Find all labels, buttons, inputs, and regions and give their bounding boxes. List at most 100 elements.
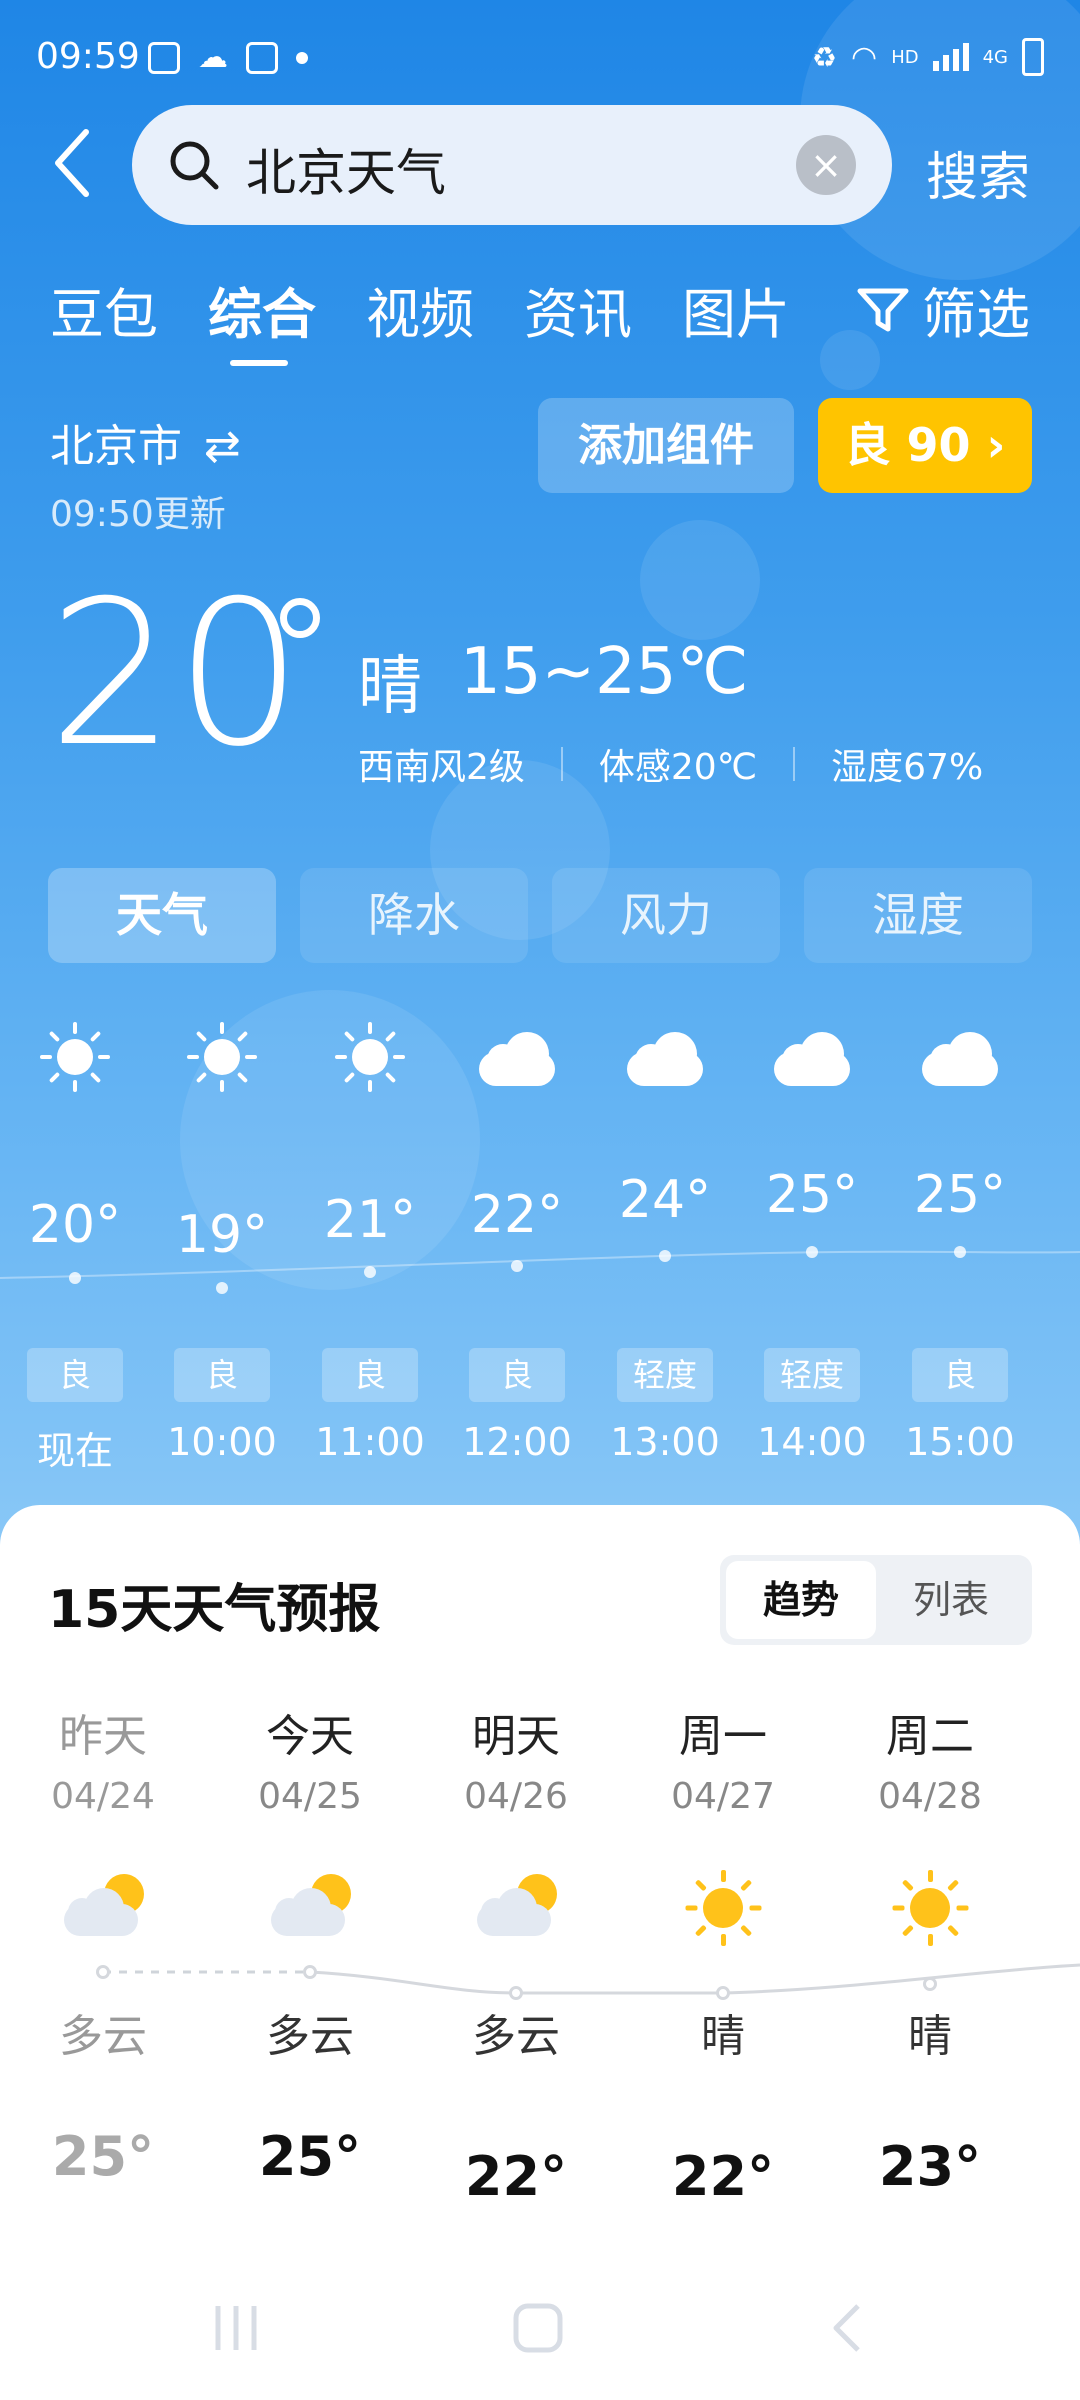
active-tab-underline xyxy=(230,360,288,366)
day-name: 昨天 xyxy=(59,1711,147,1762)
day-date: 04/24 xyxy=(51,1776,155,1817)
hourly-trend-dot xyxy=(806,1246,818,1258)
hourly-time: 现在 xyxy=(36,1429,113,1473)
search-box[interactable]: 北京天气 × xyxy=(132,105,892,225)
sun-icon xyxy=(633,1870,813,1946)
daily-trend-dot xyxy=(923,1977,937,1991)
back-nav-icon[interactable] xyxy=(820,2300,876,2356)
add-widget-button[interactable]: 添加组件 xyxy=(538,398,794,493)
clear-search-button[interactable]: × xyxy=(796,135,856,195)
sun-icon xyxy=(15,1022,135,1092)
trend-view-button[interactable]: 趋势 xyxy=(726,1561,876,1639)
hd-label: HD xyxy=(891,46,919,68)
search-query[interactable]: 北京天气 xyxy=(246,133,446,205)
day-column-header[interactable]: 周二 04/28 xyxy=(840,1700,1020,1817)
filter-icon xyxy=(857,288,909,331)
tab-label: 图片 xyxy=(682,283,790,346)
daily-trend-dot xyxy=(716,1986,730,2000)
day-column-header[interactable]: 昨天 04/24 xyxy=(13,1700,193,1817)
tab-images[interactable]: 图片 xyxy=(682,270,790,349)
more-notifications-dot xyxy=(296,51,308,64)
day-date: 04/25 xyxy=(258,1776,362,1817)
current-details: 西南风2级 体感20℃ 湿度67% xyxy=(358,738,983,790)
segment-weather[interactable]: 天气 xyxy=(48,868,276,963)
home-icon[interactable] xyxy=(510,2300,566,2356)
hourly-temperature: 25° xyxy=(913,1165,1007,1225)
day-date: 04/27 xyxy=(671,1776,775,1817)
search-submit-button[interactable]: 搜索 xyxy=(926,135,1030,210)
forecast-title: 15天天气预报 xyxy=(48,1580,381,1640)
forecast-card: 15天天气预报 趋势 列表 昨天 04/24 多云 25° 今天 04/25 多云 25° 明天… xyxy=(0,1505,1080,2400)
cloud-icon xyxy=(605,1028,725,1088)
hourly-time: 11:00 xyxy=(315,1420,425,1464)
tab-news[interactable]: 资讯 xyxy=(524,270,632,349)
search-icon xyxy=(170,141,219,190)
day-date: 04/26 xyxy=(464,1776,568,1817)
hourly-temperature: 25° xyxy=(765,1165,859,1225)
status-bar: 09:59 ☁ ♻ ◠ HD 4G xyxy=(36,30,1044,90)
recycle-icon: ♻ xyxy=(811,40,837,74)
day-column-header[interactable]: 今天 04/25 xyxy=(220,1700,400,1817)
switch-city-icon: ⇄ xyxy=(204,421,241,472)
hourly-time: 15:00 xyxy=(905,1420,1015,1464)
tab-label: 综合 xyxy=(208,283,316,346)
tab-label: 资讯 xyxy=(524,283,632,346)
view-toggle: 趋势 列表 xyxy=(720,1555,1032,1645)
hourly-time: 13:00 xyxy=(610,1420,720,1464)
system-navigation-bar xyxy=(0,2290,1080,2370)
daily-trend-dot xyxy=(303,1965,317,1979)
degree-symbol xyxy=(280,598,320,638)
air-quality-badge: 轻度 xyxy=(764,1348,860,1402)
segment-precipitation[interactable]: 降水 xyxy=(300,868,528,963)
hourly-trend-dot xyxy=(69,1272,81,1284)
day-column-header[interactable]: 周一 04/27 xyxy=(633,1700,813,1817)
day-condition: 多云 xyxy=(266,2011,354,2062)
back-button[interactable] xyxy=(52,128,92,198)
day-condition: 多云 xyxy=(472,2011,560,2062)
status-system-icons: ♻ ◠ HD 4G xyxy=(812,38,1044,76)
tab-video[interactable]: 视频 xyxy=(366,270,474,349)
hourly-trend-dot xyxy=(954,1246,966,1258)
hourly-temperature: 22° xyxy=(470,1185,564,1245)
hourly-time: 12:00 xyxy=(462,1420,572,1464)
day-column-header[interactable]: 明天 04/26 xyxy=(426,1700,606,1817)
cloud-icon xyxy=(752,1028,872,1088)
tab-comprehensive[interactable]: 综合 xyxy=(208,270,316,366)
temperature-range: 15~25℃ xyxy=(460,635,749,709)
day-high-temperature: 22° xyxy=(464,2145,568,2208)
hourly-trend-dot xyxy=(511,1260,523,1272)
current-condition: 晴 xyxy=(358,650,422,724)
divider xyxy=(793,747,796,781)
sun-icon xyxy=(162,1022,282,1092)
air-quality-badge: 良 xyxy=(469,1348,565,1402)
voicemail-icon xyxy=(246,41,278,74)
hourly-temperature: 21° xyxy=(323,1190,417,1250)
hourly-temperature: 20° xyxy=(28,1195,122,1255)
recent-apps-icon[interactable] xyxy=(208,2300,264,2356)
hourly-time: 14:00 xyxy=(757,1420,867,1464)
segment-humidity[interactable]: 湿度 xyxy=(804,868,1032,963)
hourly-trend-dot xyxy=(364,1266,376,1278)
daily-trend-dot xyxy=(96,1965,110,1979)
status-notification-icons: ☁ xyxy=(148,40,308,75)
filter-label: 筛选 xyxy=(922,283,1030,346)
back-arrow-icon xyxy=(55,129,89,197)
cloud-icon xyxy=(457,1028,577,1088)
air-quality-badge: 良 xyxy=(27,1348,123,1402)
aqi-badge[interactable]: 良 90 › xyxy=(818,398,1032,493)
city-switcher[interactable]: 北京市 ⇄ xyxy=(50,410,241,474)
sun-icon xyxy=(840,1870,1020,1946)
clock-app-icon xyxy=(148,41,180,74)
segment-wind[interactable]: 风力 xyxy=(552,868,780,963)
tab-doubao[interactable]: 豆包 xyxy=(50,270,158,349)
list-view-button[interactable]: 列表 xyxy=(876,1561,1026,1639)
air-quality-badge: 轻度 xyxy=(617,1348,713,1402)
sun-icon xyxy=(310,1022,430,1092)
partly-cloudy-icon xyxy=(220,1870,400,1940)
city-name: 北京市 xyxy=(50,421,182,472)
day-name: 今天 xyxy=(266,1711,354,1762)
filter-button[interactable]: 筛选 xyxy=(856,270,1030,349)
bokeh-light xyxy=(640,520,760,640)
hourly-temperature: 19° xyxy=(175,1205,269,1265)
day-high-temperature: 22° xyxy=(671,2145,775,2208)
